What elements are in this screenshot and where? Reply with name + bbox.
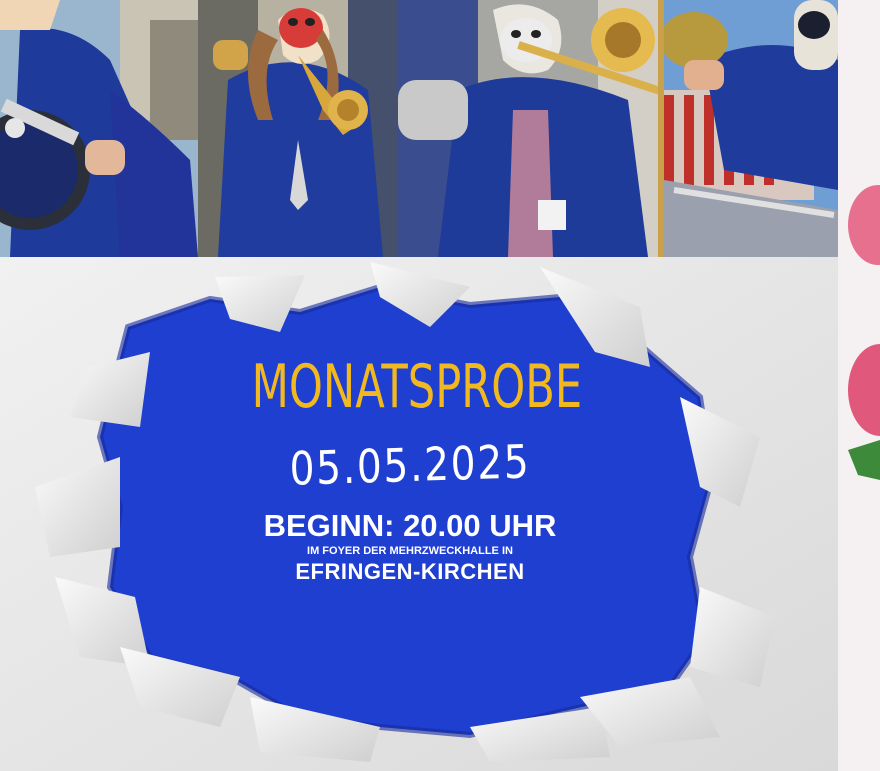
photo-drummer <box>0 0 198 257</box>
event-text: MONATSPROBE 05.05.2025 BEGINN: 20.00 UHR… <box>190 355 630 585</box>
event-town: EFRINGEN-KIRCHEN <box>295 559 525 584</box>
adjacent-flower-image <box>838 0 880 771</box>
photo-trumpeter <box>198 0 398 257</box>
event-start-time: BEGINN: 20.00 UHR <box>263 508 557 543</box>
event-title: MONATSPROBE <box>251 352 583 422</box>
event-venue: IM FOYER DER MEHRZWECKHALLE IN <box>307 545 513 557</box>
photo-cymbal-player <box>664 0 838 257</box>
photo-trombonist <box>398 0 664 257</box>
event-date: 05.05.2025 <box>288 434 531 496</box>
photo-strip <box>0 0 838 257</box>
event-poster: MONATSPROBE 05.05.2025 BEGINN: 20.00 UHR… <box>0 0 838 771</box>
